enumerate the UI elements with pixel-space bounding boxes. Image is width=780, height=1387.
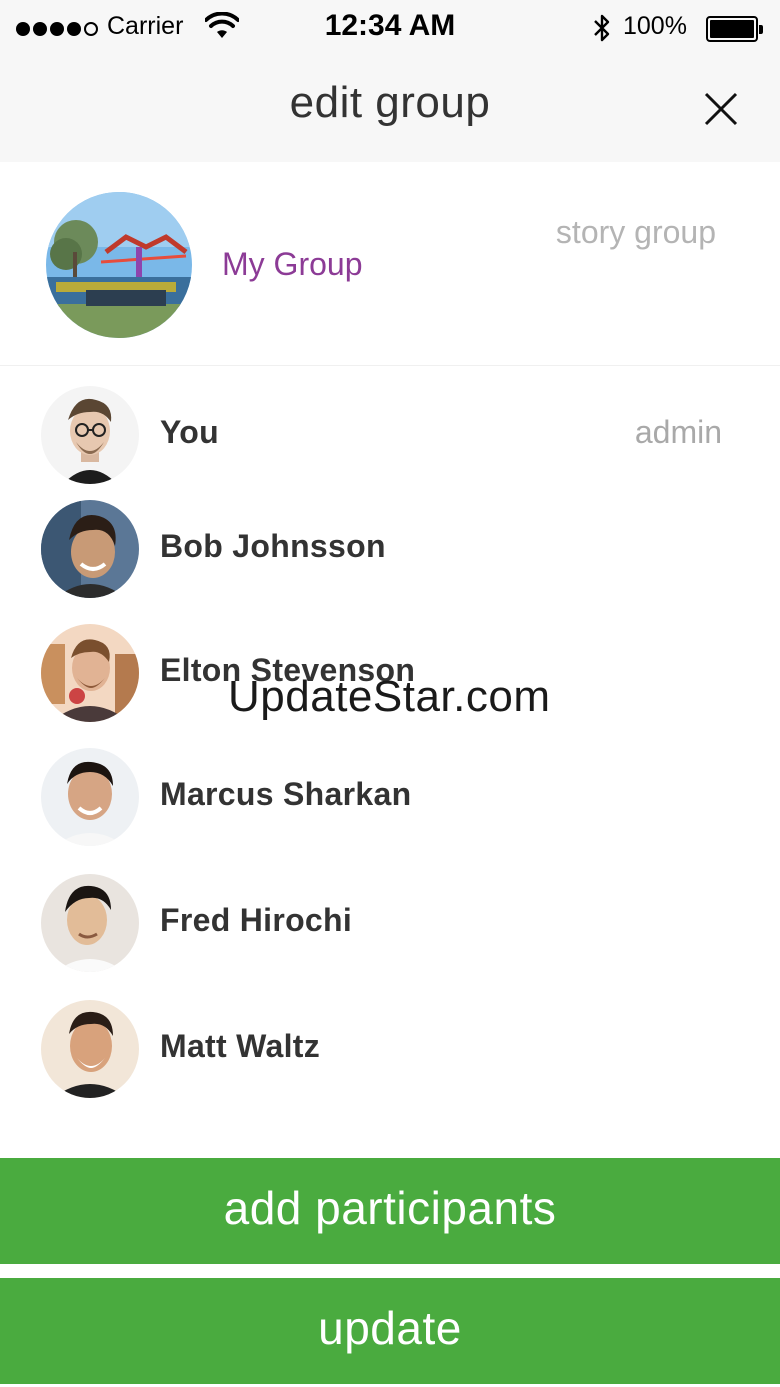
- battery-icon: [706, 16, 763, 42]
- close-icon: [704, 92, 738, 126]
- participant-name: Marcus Sharkan: [160, 776, 412, 812]
- page-title: edit group: [289, 78, 491, 127]
- avatar: [41, 500, 139, 598]
- avatar: [41, 1000, 139, 1098]
- group-photo[interactable]: [46, 192, 192, 338]
- participant-row[interactable]: Fred Hirochi: [0, 868, 780, 978]
- add-participants-button[interactable]: add participants: [0, 1158, 780, 1264]
- update-button[interactable]: update: [0, 1278, 780, 1384]
- group-type-label: story group: [555, 214, 716, 250]
- status-bar: Carrier 12:34 AM 100%: [0, 0, 780, 56]
- avatar: [41, 624, 139, 722]
- participant-name: Matt Waltz: [160, 1028, 321, 1064]
- participant-role: admin: [634, 414, 722, 450]
- participant-row[interactable]: You admin: [0, 380, 780, 490]
- battery-percent: 100%: [623, 12, 687, 40]
- participant-row[interactable]: Bob Johnsson: [0, 494, 780, 604]
- bluetooth-icon: [591, 12, 613, 49]
- avatar: [41, 874, 139, 972]
- group-name[interactable]: My Group: [222, 246, 362, 283]
- avatar: [41, 386, 139, 484]
- nav-bar: edit group: [0, 56, 780, 162]
- participant-name: You: [160, 414, 219, 450]
- participant-name: Fred Hirochi: [160, 902, 353, 938]
- participant-row[interactable]: Matt Waltz: [0, 994, 780, 1104]
- avatar: [41, 748, 139, 846]
- participant-name: Elton Stevenson: [160, 652, 416, 688]
- close-button[interactable]: [698, 86, 744, 132]
- participant-row[interactable]: Elton Stevenson: [0, 618, 780, 728]
- group-header: My Group story group: [0, 162, 780, 366]
- participant-row[interactable]: Marcus Sharkan: [0, 742, 780, 852]
- participant-name: Bob Johnsson: [160, 528, 386, 564]
